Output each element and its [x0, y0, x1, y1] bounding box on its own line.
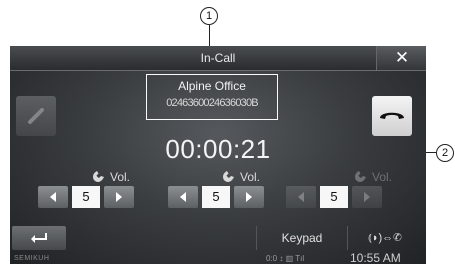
volume-label-3-text: Vol. [372, 170, 393, 184]
brand-label: SEMIKUH [14, 255, 50, 262]
volume-1-up-button[interactable] [104, 186, 134, 208]
volume-label-1: Vol. [92, 170, 130, 184]
bottom-bar: Keypad ⦅◗)⇔✆ SEMIKUH 0:0 ↕ ▥ Tıl 10:55 A… [10, 218, 426, 264]
volume-1-value: 5 [72, 186, 100, 208]
volume-1-down-button[interactable] [38, 186, 68, 208]
volume-3-up-button[interactable] [352, 186, 382, 208]
triangle-left-icon [298, 192, 304, 202]
title-bar: In-Call ✕ [10, 46, 426, 71]
volume-2-up-button[interactable] [234, 186, 264, 208]
status-indicators: 0:0 ↕ ▥ Tıl [266, 254, 305, 263]
volume-3-value: 5 [320, 186, 348, 208]
volume-label-2-text: Vol. [240, 170, 261, 184]
audio-transfer-button[interactable]: ⦅◗)⇔✆ [350, 226, 420, 250]
callout-2-label: 2 [441, 147, 449, 159]
hang-up-icon [380, 112, 404, 119]
triangle-left-icon [50, 192, 56, 202]
callout-1-label: 1 [205, 10, 213, 22]
caller-number: 0246360024636030B [166, 97, 258, 109]
volume-label-1-text: Vol. [110, 170, 131, 184]
volume-2-down-button[interactable] [168, 186, 198, 208]
callout-marker-2: 2 [436, 144, 454, 162]
in-call-screen: In-Call ✕ Alpine Office 0246360024636030… [10, 46, 426, 264]
close-icon: ✕ [394, 48, 410, 67]
volume-3-down-button[interactable] [286, 186, 316, 208]
volume-label-3: Vol. [354, 170, 392, 184]
callout-marker-1: 1 [200, 7, 218, 25]
phone-volume-icon [93, 171, 104, 182]
back-button[interactable] [12, 226, 66, 250]
volume-2-value: 5 [202, 186, 230, 208]
mic-mute-button[interactable] [16, 96, 56, 136]
hang-up-button[interactable] [372, 96, 412, 136]
screen-title: In-Call [200, 51, 236, 65]
triangle-right-icon [246, 192, 252, 202]
caller-info: Alpine Office 0246360024636030B [146, 74, 278, 120]
triangle-left-icon [180, 192, 186, 202]
microphone-mute-icon [28, 108, 44, 124]
clock: 10:55 AM [350, 251, 401, 264]
handset-volume-icon [223, 171, 234, 182]
call-timer: 00:00:21 [165, 134, 271, 164]
ringer-volume-icon [355, 171, 366, 182]
triangle-right-icon [364, 192, 370, 202]
caller-name: Alpine Office [178, 79, 246, 93]
triangle-right-icon [116, 192, 122, 202]
volume-label-2: Vol. [222, 170, 260, 184]
close-button[interactable]: ✕ [376, 46, 426, 70]
return-arrow-icon [31, 233, 47, 243]
keypad-button[interactable]: Keypad [256, 226, 348, 250]
